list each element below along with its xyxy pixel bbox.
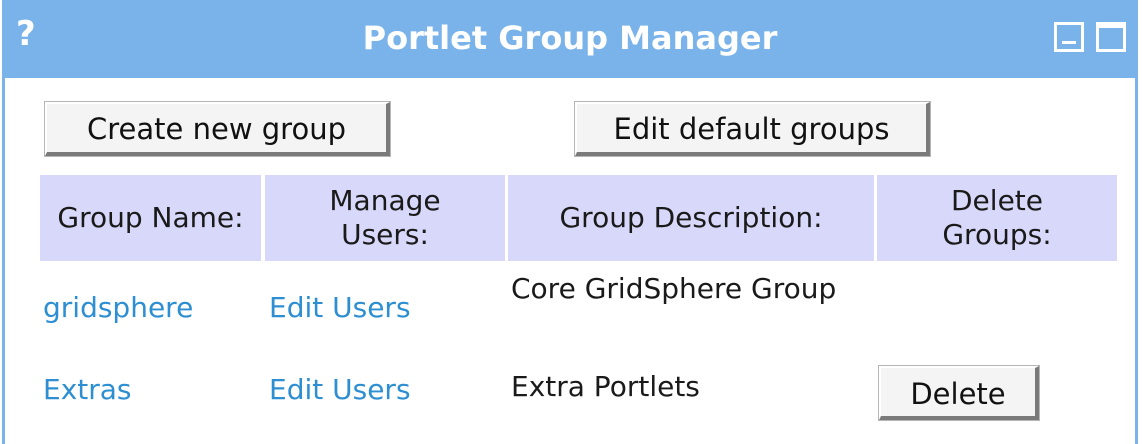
column-header-group-description: Group Description: xyxy=(508,175,874,261)
group-description: Extra Portlets xyxy=(511,370,700,403)
minimize-icon[interactable] xyxy=(1054,22,1084,52)
portlet-titlebar: ? Portlet Group Manager xyxy=(2,0,1138,78)
column-header-group-name: Group Name: xyxy=(40,175,261,261)
group-description: Core GridSphere Group xyxy=(511,272,837,305)
portlet-window: ? Portlet Group Manager Create new group… xyxy=(2,0,1138,444)
group-name-link[interactable]: Extras xyxy=(43,371,132,409)
column-header-delete-groups-label: Delete Groups: xyxy=(942,184,1052,251)
delete-group-button[interactable]: Delete xyxy=(879,366,1039,420)
column-header-manage-users: Manage Users: xyxy=(265,175,505,261)
portlet-title: Portlet Group Manager xyxy=(362,19,778,57)
create-new-group-button[interactable]: Create new group xyxy=(45,102,390,156)
column-header-delete-groups: Delete Groups: xyxy=(877,175,1117,261)
edit-users-link[interactable]: Edit Users xyxy=(269,289,411,327)
column-header-manage-users-label: Manage Users: xyxy=(329,184,441,251)
group-name-link[interactable]: gridsphere xyxy=(43,289,193,327)
edit-users-link[interactable]: Edit Users xyxy=(269,371,411,409)
edit-default-groups-button[interactable]: Edit default groups xyxy=(575,102,930,156)
maximize-icon[interactable] xyxy=(1096,22,1126,52)
